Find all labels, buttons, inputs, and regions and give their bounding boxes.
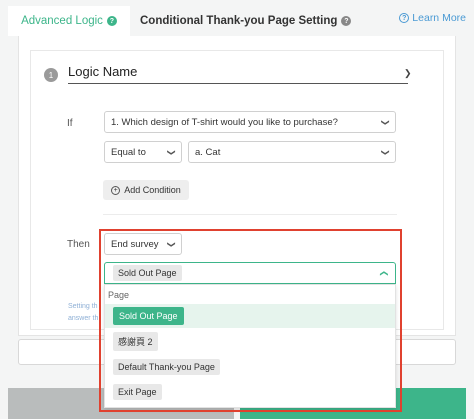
chevron-down-icon[interactable]: ❯ bbox=[404, 68, 412, 79]
question-circle-icon: ? bbox=[399, 13, 410, 23]
hint-text-line1: Setting th bbox=[68, 303, 98, 310]
value-select-value: a. Cat bbox=[195, 146, 221, 158]
if-label: If bbox=[67, 118, 73, 129]
question-circle-icon[interactable]: ? bbox=[341, 16, 352, 26]
plus-circle-icon: + bbox=[111, 185, 121, 195]
learn-more-label: Learn More bbox=[412, 12, 466, 24]
tab-advanced-logic[interactable]: Advanced Logic ? bbox=[8, 6, 130, 36]
tab-advanced-logic-label: Advanced Logic bbox=[21, 15, 103, 27]
step-number-badge: 1 bbox=[44, 68, 58, 82]
chevron-down-icon: ❯ bbox=[381, 148, 391, 156]
question-select[interactable]: 1. Which design of T-shirt would you lik… bbox=[104, 111, 396, 133]
operator-select-value: Equal to bbox=[111, 146, 146, 158]
tab-conditional-thank-you-label: Conditional Thank-you Page Setting bbox=[140, 15, 338, 27]
operator-select[interactable]: Equal to ❯ bbox=[104, 141, 182, 163]
chevron-down-icon: ❯ bbox=[381, 118, 391, 126]
highlight-box bbox=[99, 229, 402, 412]
logic-name-input[interactable]: Logic Name bbox=[68, 64, 408, 84]
add-condition-button[interactable]: + Add Condition bbox=[103, 180, 189, 200]
value-select[interactable]: a. Cat ❯ bbox=[188, 141, 396, 163]
hint-text-line2: answer th bbox=[68, 315, 99, 322]
tab-conditional-thank-you[interactable]: Conditional Thank-you Page Setting ? bbox=[140, 6, 352, 36]
learn-more-link[interactable]: ? Learn More bbox=[399, 12, 466, 24]
add-condition-label: Add Condition bbox=[124, 185, 181, 195]
question-select-value: 1. Which design of T-shirt would you lik… bbox=[111, 116, 338, 128]
then-label: Then bbox=[67, 239, 90, 250]
chevron-down-icon: ❯ bbox=[167, 148, 177, 156]
divider bbox=[103, 214, 397, 215]
question-circle-icon[interactable]: ? bbox=[106, 16, 117, 26]
